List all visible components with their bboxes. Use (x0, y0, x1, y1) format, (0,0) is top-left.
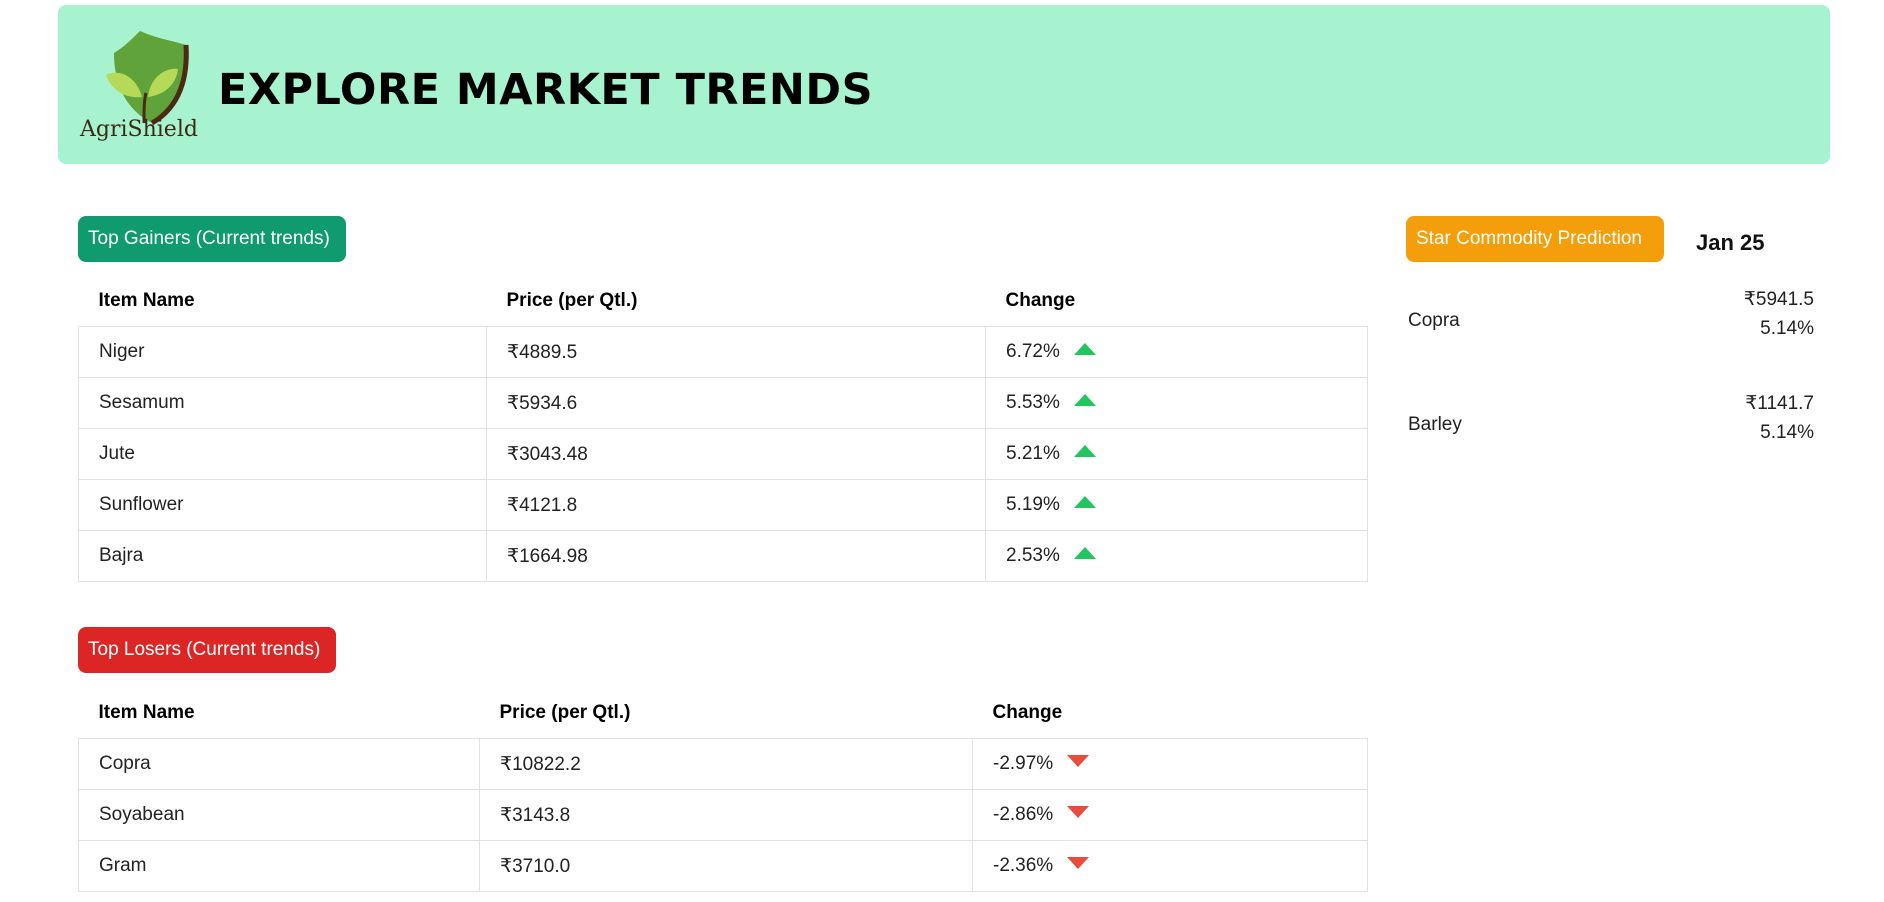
change-cell: 2.53% (985, 530, 1368, 582)
prediction-change: 5.14% (1760, 422, 1814, 443)
arrow-down-icon (1067, 805, 1090, 818)
item-name-cell: Niger (78, 326, 487, 378)
change-value: -2.97% (993, 753, 1054, 774)
change-cell: 5.21% (985, 428, 1368, 480)
arrow-up-icon (1073, 546, 1096, 559)
table-row: Gram ₹3710.0 -2.36% (78, 840, 1368, 892)
item-name-cell: Gram (78, 840, 480, 892)
price-cell: ₹3043.48 (486, 428, 986, 480)
table-row: Sesamum ₹5934.6 5.53% (78, 377, 1368, 429)
page-title: EXPLORE MARKET TRENDS (218, 65, 874, 115)
change-value: -2.86% (993, 804, 1054, 825)
table-row: Sunflower ₹4121.8 5.19% (78, 479, 1368, 531)
table-row: Copra ₹10822.2 -2.97% (78, 738, 1368, 790)
arrow-up-icon (1073, 342, 1096, 355)
change-cell: -2.97% (972, 738, 1368, 790)
prediction-price: ₹1141.7 (1745, 393, 1814, 414)
change-value: -2.36% (993, 855, 1054, 876)
prediction-name: Barley (1408, 414, 1462, 435)
prediction-name: Copra (1408, 310, 1460, 331)
arrow-up-icon (1073, 444, 1096, 457)
change-value: 6.72% (1006, 341, 1060, 362)
price-cell: ₹4121.8 (486, 479, 986, 531)
change-cell: -2.86% (972, 789, 1368, 841)
item-name-cell: Bajra (78, 530, 487, 582)
arrow-up-icon (1073, 495, 1096, 508)
item-name-cell: Sesamum (78, 377, 487, 429)
page-header: AgriShield EXPLORE MARKET TRENDS (58, 5, 1830, 164)
prediction-item: Copra ₹5941.5 5.14% (1408, 288, 1814, 358)
change-cell: 5.19% (985, 479, 1368, 531)
item-name-cell: Copra (78, 738, 480, 790)
item-name-cell: Soyabean (78, 789, 480, 841)
prediction-date: Jan 25 (1696, 230, 1765, 255)
arrow-up-icon (1073, 393, 1096, 406)
top-losers-badge: Top Losers (Current trends) (78, 627, 336, 673)
top-gainers-badge: Top Gainers (Current trends) (78, 216, 346, 262)
table-row: Jute ₹3043.48 5.21% (78, 428, 1368, 480)
table-header-row: Item Name Price (per Qtl.) Change (79, 276, 1368, 327)
change-value: 5.53% (1006, 392, 1060, 413)
price-cell: ₹3143.8 (479, 789, 973, 841)
price-cell: ₹10822.2 (479, 738, 973, 790)
column-header-item-name: Item Name (98, 290, 195, 311)
prediction-change: 5.14% (1760, 318, 1814, 339)
table-row: Bajra ₹1664.98 2.53% (78, 530, 1368, 582)
prediction-price: ₹5941.5 (1743, 289, 1814, 310)
change-cell: 5.53% (985, 377, 1368, 429)
arrow-down-icon (1067, 754, 1090, 767)
column-header-change: Change (1005, 290, 1076, 311)
column-header-item-name: Item Name (98, 702, 195, 723)
change-value: 2.53% (1006, 545, 1060, 566)
table-row: Soyabean ₹3143.8 -2.86% (78, 789, 1368, 841)
price-cell: ₹1664.98 (486, 530, 986, 582)
logo-text: AgriShield (80, 117, 198, 142)
item-name-cell: Jute (78, 428, 487, 480)
column-header-price: Price (per Qtl.) (506, 290, 638, 311)
prediction-item: Barley ₹1141.7 5.14% (1408, 392, 1814, 462)
item-name-cell: Sunflower (78, 479, 487, 531)
change-value: 5.21% (1006, 443, 1060, 464)
change-value: 5.19% (1006, 494, 1060, 515)
price-cell: ₹4889.5 (486, 326, 986, 378)
star-commodity-badge: Star Commodity Prediction (1406, 216, 1664, 262)
price-cell: ₹3710.0 (479, 840, 973, 892)
top-losers-table: Item Name Price (per Qtl.) Change Copra … (78, 688, 1368, 892)
table-header-row: Item Name Price (per Qtl.) Change (79, 688, 1368, 739)
change-cell: 6.72% (985, 326, 1368, 378)
price-cell: ₹5934.6 (486, 377, 986, 429)
top-gainers-table: Item Name Price (per Qtl.) Change Niger … (78, 276, 1368, 582)
change-cell: -2.36% (972, 840, 1368, 892)
column-header-change: Change (992, 702, 1063, 723)
column-header-price: Price (per Qtl.) (499, 702, 631, 723)
arrow-down-icon (1067, 856, 1090, 869)
table-row: Niger ₹4889.5 6.72% (78, 326, 1368, 378)
